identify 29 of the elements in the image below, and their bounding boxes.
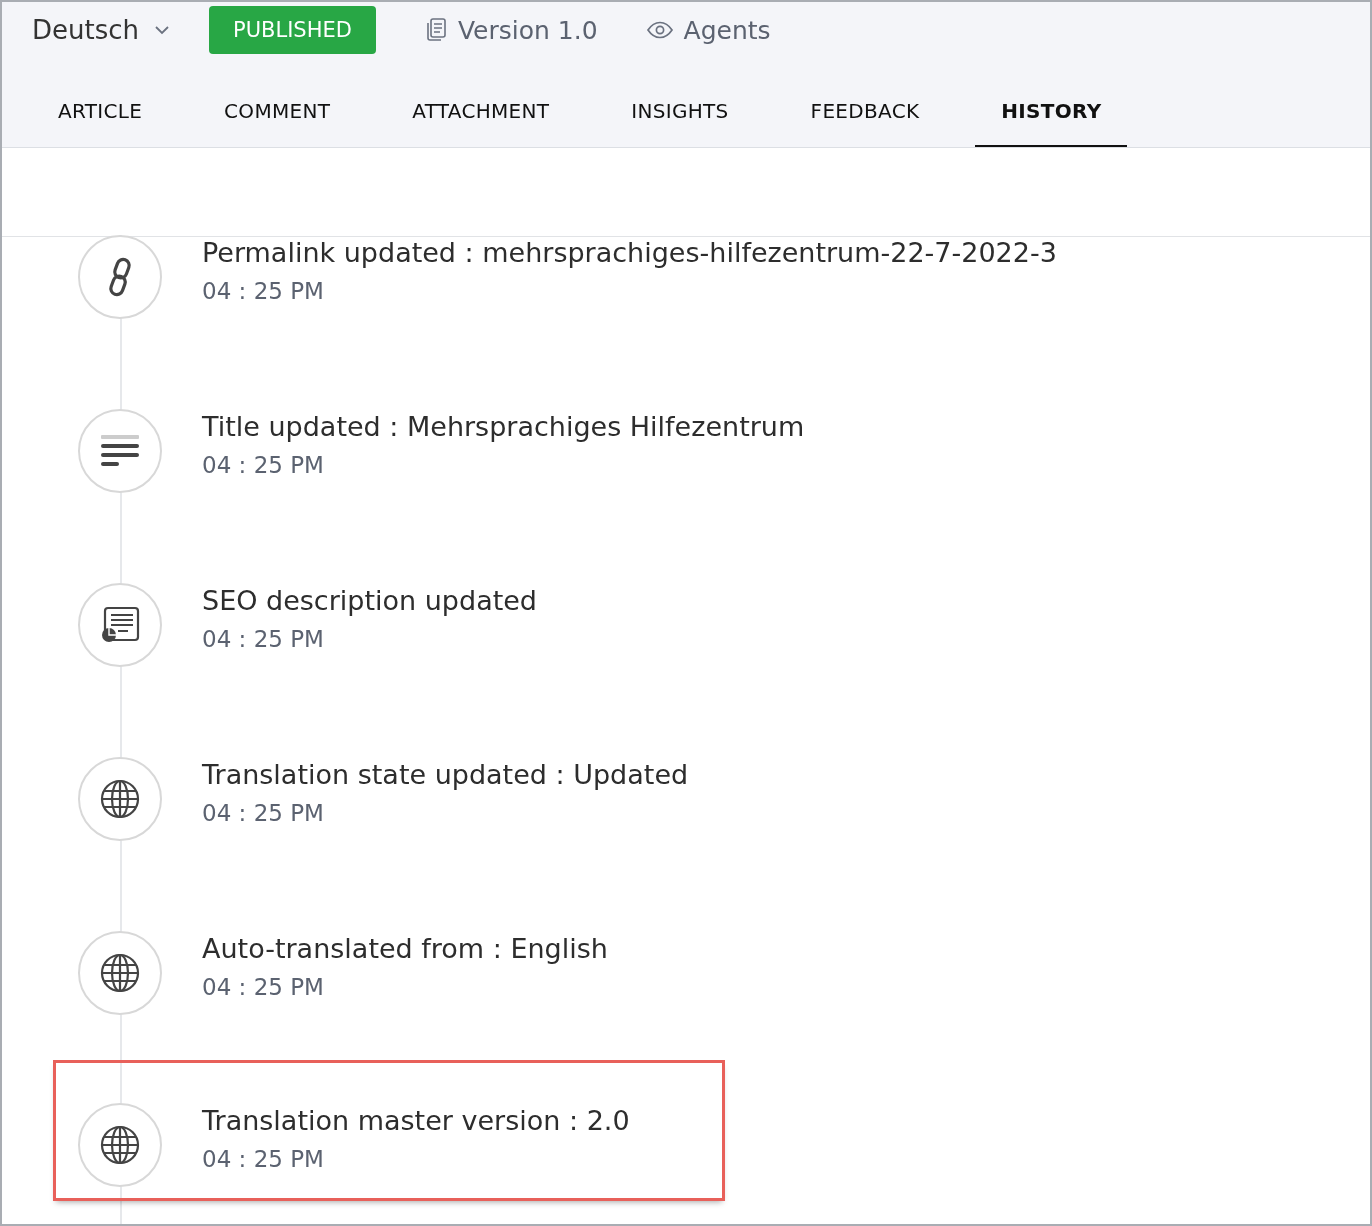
tab[interactable]: FEEDBACK: [784, 77, 946, 147]
event-description: Translation master version : 2.0: [202, 1105, 630, 1136]
eye-icon: [645, 21, 674, 39]
event-description: Permalink updated : mehrsprachiges-hilfezentrum-22-7-2022-3: [202, 237, 1057, 268]
event-description: Title updated : Mehrsprachiges Hilfezentrum: [202, 411, 805, 442]
language-dropdown[interactable]: Deutsch: [32, 15, 171, 45]
globe-icon: [100, 953, 140, 993]
event-time: 04 : 25 PM: [202, 626, 325, 652]
event-time: 04 : 25 PM: [202, 800, 325, 826]
event-description: Auto-translated from : English: [202, 933, 608, 964]
globe-icon: [100, 1125, 140, 1165]
text-lines-icon: [100, 434, 140, 468]
version-link[interactable]: Version 1.0: [423, 15, 598, 45]
tab[interactable]: INSIGHTS: [605, 77, 755, 147]
status-badge: PUBLISHED: [209, 6, 376, 54]
tab[interactable]: HISTORY: [975, 77, 1128, 147]
event-time: 04 : 25 PM: [202, 974, 325, 1000]
globe-icon: [100, 779, 140, 819]
event-description: Translation state updated : Updated: [202, 759, 689, 790]
tab[interactable]: ARTICLE: [32, 77, 169, 147]
caret-icon: [153, 24, 171, 36]
event-time: 04 : 25 PM: [202, 278, 325, 304]
event-description: SEO description updated: [202, 585, 537, 616]
event-time: 04 : 25 PM: [202, 452, 325, 478]
tab[interactable]: COMMENT: [198, 77, 357, 147]
visibility-link[interactable]: Agents: [645, 15, 771, 45]
document-chart-icon: [100, 606, 140, 644]
event-time: 04 : 25 PM: [202, 1146, 325, 1172]
tab[interactable]: ATTACHMENT: [386, 77, 576, 147]
